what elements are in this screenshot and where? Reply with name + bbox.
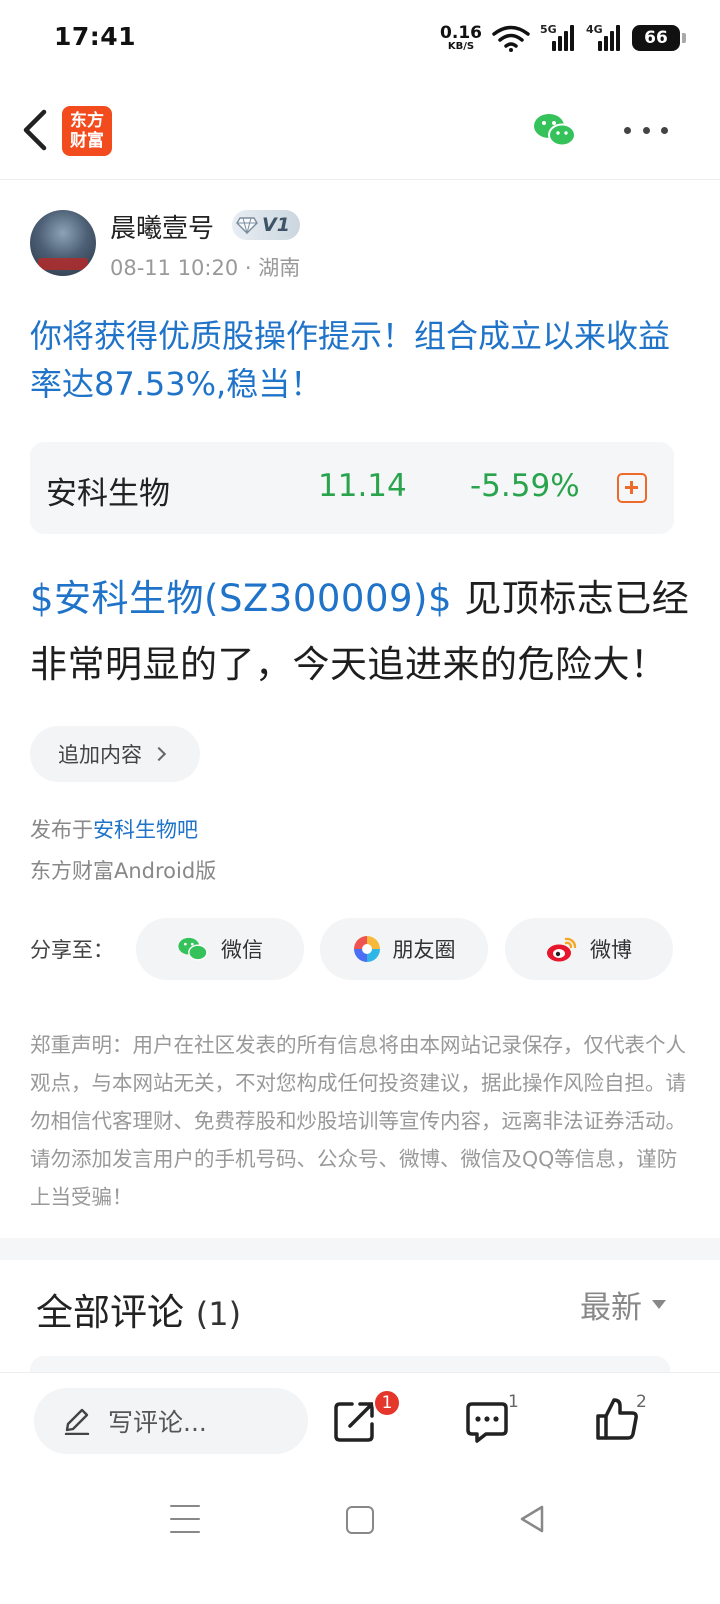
comments-count: (1) [195, 1295, 242, 1333]
published-in: 发布于安科生物吧 [30, 818, 198, 842]
share-label: 分享至： [30, 938, 114, 962]
system-nav-bar [0, 1478, 720, 1604]
comments-title: 全部评论 (1) [36, 1291, 242, 1334]
comment-count: 1 [508, 1392, 519, 1412]
battery-icon: 66 [632, 25, 686, 51]
sort-select[interactable]: 最新 [580, 1282, 666, 1327]
wechat-icon [178, 937, 208, 961]
stock-name: 安科生物 [46, 476, 170, 512]
stock-link[interactable]: $安科生物(SZ300009)$ [30, 577, 452, 620]
append-content-button[interactable]: 追加内容 [30, 726, 200, 782]
more-icon[interactable] [624, 124, 668, 136]
stock-bar-link[interactable]: 安科生物吧 [93, 818, 198, 842]
net-speed: 0.16 KB/S [440, 22, 482, 52]
disclaimer: 郑重声明：用户在社区发表的所有信息将由本网站记录保存，仅代表个人观点，与本网站无… [30, 1033, 686, 1209]
section-divider [0, 1238, 720, 1260]
thumbs-up-icon[interactable] [594, 1396, 640, 1442]
comment-icon[interactable] [464, 1398, 510, 1444]
add-stock-icon[interactable] [617, 473, 647, 503]
vip-badge: V1 [232, 210, 300, 240]
back-icon[interactable] [18, 108, 58, 152]
stock-price: 11.14 [318, 468, 407, 504]
signal-5g-icon: 5G [540, 23, 576, 51]
weibo-icon [547, 937, 577, 962]
signal-4g-icon: 4G [586, 23, 622, 51]
chevron-right-icon [151, 746, 167, 762]
share-weibo-button[interactable]: 微博 [505, 918, 673, 980]
client-version: 东方财富Android版 [30, 859, 217, 883]
back-nav-icon[interactable] [518, 1504, 546, 1534]
pencil-icon [64, 1408, 90, 1435]
home-nav-icon[interactable] [346, 1506, 374, 1534]
append-label: 追加内容 [58, 743, 142, 767]
share-wechat-button[interactable]: 微信 [136, 918, 304, 980]
share-moments-button[interactable]: 朋友圈 [320, 918, 488, 980]
moments-icon [353, 936, 380, 962]
status-time: 17:41 [54, 22, 137, 51]
forward-badge: 1 [373, 1389, 401, 1417]
stock-change: -5.59% [470, 468, 580, 504]
author-name[interactable]: 晨曦壹号 [110, 208, 214, 245]
write-comment-input[interactable]: 写评论... [34, 1388, 308, 1454]
menu-nav-icon[interactable] [170, 1505, 200, 1533]
post-title[interactable]: 你将获得优质股操作提示！组合成立以来收益率达87.53%,稳当！ [30, 312, 690, 408]
diamond-icon [236, 217, 258, 234]
wifi-icon [492, 25, 530, 52]
avatar[interactable] [30, 210, 96, 276]
post-body: $安科生物(SZ300009)$ 见顶标志已经非常明显的了，今天追进来的危险大！ [30, 566, 690, 698]
forward-icon[interactable] [332, 1398, 378, 1444]
status-icons: 0.16 KB/S 5G 4G 66 [440, 22, 686, 52]
app-logo[interactable]: 东方 财富 [62, 106, 112, 156]
post-meta: 08-11 10:20 · 湖南 [110, 256, 301, 280]
wechat-icon[interactable] [532, 110, 578, 150]
caret-down-icon [652, 1300, 666, 1309]
like-count: 2 [636, 1392, 647, 1412]
header-divider [0, 179, 720, 180]
